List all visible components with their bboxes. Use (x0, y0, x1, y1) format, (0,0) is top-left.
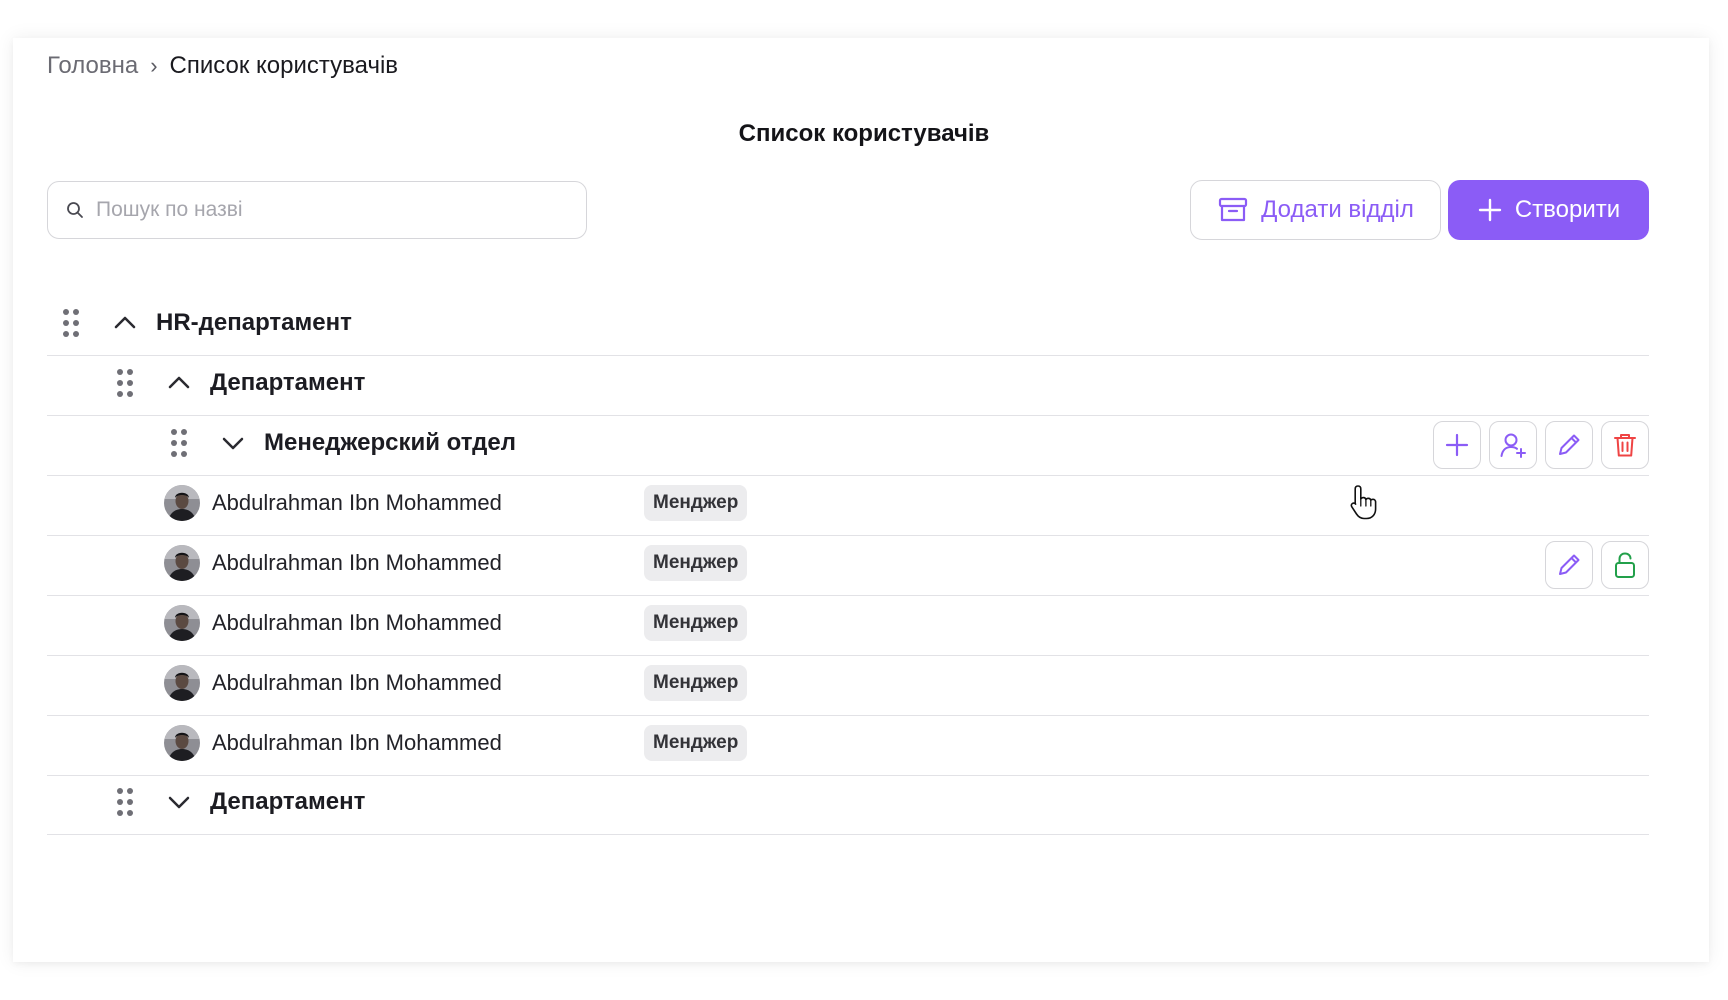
user-name: Abdulrahman Ibn Mohammed (212, 609, 502, 635)
unlock-icon (1615, 552, 1635, 578)
breadcrumb-home-link[interactable]: Головна (47, 52, 138, 80)
unlock-user-button[interactable] (1601, 541, 1649, 589)
user-row[interactable]: Abdulrahman Ibn Mohammed Менджер (47, 650, 1649, 716)
tree-row-department[interactable]: Департамент (47, 769, 1649, 835)
group-name: HR-департамент (156, 308, 352, 336)
breadcrumb-current: Список користувачів (169, 52, 399, 79)
user-name: Abdulrahman Ibn Mohammed (212, 669, 502, 695)
group-name: Менеджерский отдел (264, 428, 516, 456)
tree-row-root[interactable]: HR-департамент (47, 290, 1649, 356)
add-subgroup-button[interactable] (1433, 421, 1481, 469)
search-input[interactable] (96, 198, 576, 222)
add-user-button[interactable] (1489, 421, 1537, 469)
delete-button[interactable] (1601, 421, 1649, 469)
role-badge: Менджер (644, 724, 748, 761)
edit-button[interactable] (1545, 421, 1593, 469)
trash-icon (1614, 434, 1636, 457)
archive-icon (1219, 197, 1248, 222)
create-label: Створити (1514, 196, 1621, 223)
role-badge: Менджер (644, 484, 748, 521)
drag-handle-icon[interactable] (170, 428, 188, 458)
breadcrumb: Головна › Список користувачів (47, 52, 398, 80)
search-icon (67, 202, 83, 218)
plus-icon (1445, 433, 1469, 457)
group-name: Департамент (210, 787, 366, 815)
page-title: Список користувачів (738, 120, 990, 147)
drag-handle-icon[interactable] (116, 368, 134, 398)
role-badge: Менджер (644, 544, 748, 581)
chevron-down-icon[interactable] (166, 789, 192, 815)
plus-icon (1478, 198, 1502, 222)
add-department-label: Додати відділ (1261, 196, 1414, 223)
edit-user-button[interactable] (1545, 541, 1593, 589)
subdepartment-actions (1433, 421, 1649, 469)
avatar (164, 665, 200, 701)
add-department-button[interactable]: Додати відділ (1190, 180, 1441, 240)
tree-row-subdepartment[interactable]: Менеджерский отдел (47, 410, 1649, 476)
role-badge: Менджер (644, 604, 748, 641)
user-row[interactable]: Abdulrahman Ibn Mohammed Менджер (47, 710, 1649, 776)
user-row[interactable]: Abdulrahman Ibn Mohammed Менджер (47, 530, 1649, 596)
role-badge: Менджер (644, 664, 748, 701)
avatar (164, 485, 200, 521)
user-name: Abdulrahman Ibn Mohammed (212, 549, 502, 575)
breadcrumb-chevron-icon: › (150, 53, 158, 78)
pencil-icon (1554, 430, 1584, 460)
pencil-icon (1554, 550, 1584, 580)
group-name: Департамент (210, 368, 366, 396)
user-name: Abdulrahman Ibn Mohammed (212, 729, 502, 755)
chevron-down-icon[interactable] (220, 430, 246, 456)
search-box[interactable] (47, 181, 587, 239)
user-plus-icon (1500, 433, 1526, 458)
user-row[interactable]: Abdulrahman Ibn Mohammed Менджер (47, 470, 1649, 536)
user-actions (1545, 541, 1649, 589)
drag-handle-icon[interactable] (62, 308, 80, 338)
avatar (164, 725, 200, 761)
avatar (164, 545, 200, 581)
user-name: Abdulrahman Ibn Mohammed (212, 489, 502, 515)
chevron-up-icon[interactable] (112, 310, 138, 336)
avatar (164, 605, 200, 641)
chevron-up-icon[interactable] (166, 370, 192, 396)
user-row[interactable]: Abdulrahman Ibn Mohammed Менджер (47, 590, 1649, 656)
drag-handle-icon[interactable] (116, 787, 134, 817)
tree-row-department[interactable]: Департамент (47, 350, 1649, 416)
hand-cursor-icon (1350, 485, 1377, 520)
create-button[interactable]: Створити (1448, 180, 1649, 240)
